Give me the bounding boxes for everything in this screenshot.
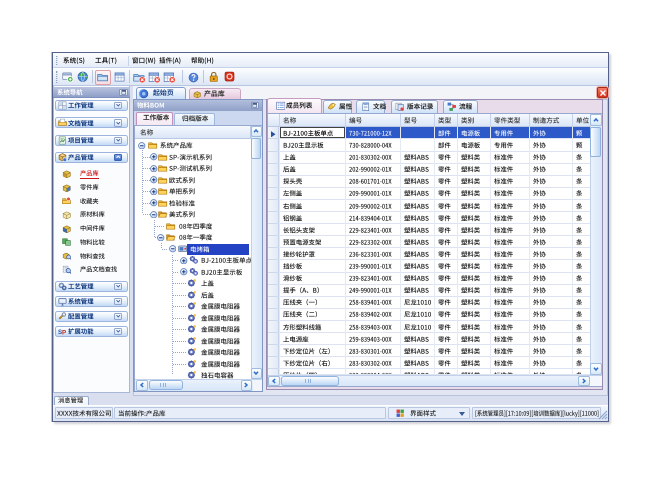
svg-text:P: P	[61, 329, 65, 336]
